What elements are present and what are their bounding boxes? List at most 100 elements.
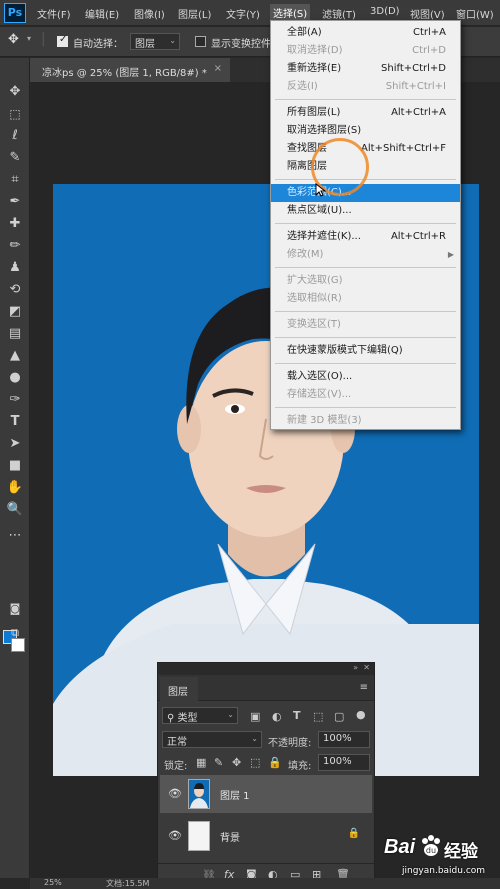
- filter-type-icon[interactable]: T: [293, 709, 301, 722]
- lock-position-icon[interactable]: ✥: [232, 756, 241, 769]
- menu-item-shortcut: Shift+Ctrl+D: [381, 63, 446, 74]
- menu-item-inverse[interactable]: 反选(I) Shift+Ctrl+I: [271, 78, 460, 96]
- crop-tool-icon[interactable]: ⌗: [5, 170, 25, 190]
- menu-item-label: 取消选择图层(S): [287, 125, 362, 136]
- document-tab[interactable]: 凉冰ps @ 25% (图层 1, RGB/8#) * ×: [30, 58, 230, 82]
- menu-item-save-selection[interactable]: 存储选区(V)...: [271, 386, 460, 404]
- select-menu-dropdown: 全部(A) Ctrl+A 取消选择(D) Ctrl+D 重新选择(E) Shift+C…: [270, 20, 461, 430]
- layer-row-background[interactable]: 👁 背景 🔒: [160, 817, 372, 855]
- collapse-icon[interactable]: »: [353, 663, 358, 672]
- blur-tool-icon[interactable]: ▲: [5, 346, 25, 366]
- lock-all-icon[interactable]: 🔒: [268, 756, 282, 769]
- layers-panel: » ✕ 图层 ≡ ⚲ 类型 ⌄ ▣ ◐ T ⬚ ▢ ● 正常 ⌄ 不透明度: 1…: [157, 662, 375, 889]
- clone-stamp-tool-icon[interactable]: ♟: [5, 258, 25, 278]
- visibility-eye-icon[interactable]: 👁: [168, 787, 182, 800]
- show-transform-checkbox[interactable]: [195, 36, 206, 47]
- menu-item-new-3d-model[interactable]: 新建 3D 模型(3): [271, 412, 460, 430]
- move-tool-icon[interactable]: ✥: [5, 82, 25, 102]
- move-tool-icon[interactable]: ✥: [8, 32, 19, 47]
- blend-mode-value: 正常: [167, 737, 187, 748]
- auto-select-checkbox[interactable]: [57, 34, 68, 47]
- menu-separator: [275, 407, 456, 408]
- eraser-tool-icon[interactable]: ◩: [5, 302, 25, 322]
- close-icon[interactable]: ×: [214, 63, 222, 74]
- screen-mode-icon[interactable]: ⧉: [5, 623, 25, 643]
- photoshop-logo: Ps: [4, 3, 26, 23]
- menu-item-select-and-mask[interactable]: 选择并遮住(K)... Alt+Ctrl+R: [271, 228, 460, 246]
- lock-transparent-icon[interactable]: ▦: [196, 756, 206, 769]
- search-icon: ⚲: [167, 713, 178, 724]
- layer-filter-dropdown[interactable]: ⚲ 类型 ⌄: [162, 707, 238, 724]
- layer-row-layer1[interactable]: 👁 图层 1: [160, 775, 372, 813]
- zoom-tool-icon[interactable]: 🔍: [5, 500, 25, 520]
- eyedropper-tool-icon[interactable]: ✒: [5, 192, 25, 212]
- opacity-label: 不透明度:: [268, 738, 312, 749]
- filter-smart-object-icon[interactable]: ▢: [334, 710, 344, 723]
- chevron-down-icon: ⌄: [169, 36, 176, 45]
- opacity-input[interactable]: 100%: [318, 731, 370, 748]
- shape-tool-icon[interactable]: ■: [5, 456, 25, 476]
- menu-item-all[interactable]: 全部(A) Ctrl+A: [271, 24, 460, 42]
- type-tool-icon[interactable]: T: [5, 412, 25, 432]
- filter-pixel-icon[interactable]: ▣: [250, 710, 260, 723]
- chevron-down-icon: ⌄: [251, 734, 258, 743]
- lasso-tool-icon[interactable]: ℓ: [5, 126, 25, 146]
- menu-item-reselect[interactable]: 重新选择(E) Shift+Ctrl+D: [271, 60, 460, 78]
- lock-artboard-icon[interactable]: ⬚: [250, 756, 260, 769]
- tab-layers[interactable]: 图层: [160, 677, 198, 701]
- gradient-tool-icon[interactable]: ▤: [5, 324, 25, 344]
- quick-mask-icon[interactable]: ◙: [5, 599, 25, 619]
- menu-item-deselect[interactable]: 取消选择(D) Ctrl+D: [271, 42, 460, 60]
- menu-file[interactable]: 文件(F): [37, 6, 71, 21]
- menu-3d[interactable]: 3D(D): [370, 6, 400, 17]
- menu-separator: [275, 223, 456, 224]
- quick-select-tool-icon[interactable]: ✎: [5, 148, 25, 168]
- menu-item-quick-mask-edit[interactable]: 在快速蒙版模式下编辑(Q): [271, 342, 460, 360]
- menu-item-grow[interactable]: 扩大选取(G): [271, 272, 460, 290]
- menu-filter[interactable]: 滤镜(T): [322, 6, 356, 21]
- lock-image-icon[interactable]: ✎: [214, 756, 223, 769]
- menu-item-load-selection[interactable]: 载入选区(O)...: [271, 368, 460, 386]
- path-select-tool-icon[interactable]: ➤: [5, 434, 25, 454]
- menu-window[interactable]: 窗口(W): [456, 6, 494, 21]
- menu-item-focus-area[interactable]: 焦点区域(U)...: [271, 202, 460, 220]
- menu-item-similar[interactable]: 选取相似(R): [271, 290, 460, 308]
- filter-shape-icon[interactable]: ⬚: [313, 710, 323, 723]
- menu-item-label: 反选(I): [287, 81, 318, 92]
- menu-item-modify[interactable]: 修改(M) ▶: [271, 246, 460, 264]
- menu-item-color-range[interactable]: 色彩范围(C)...: [271, 184, 460, 202]
- zoom-level[interactable]: 25%: [44, 878, 62, 887]
- menu-view[interactable]: 视图(V): [410, 6, 445, 21]
- visibility-eye-icon[interactable]: 👁: [168, 829, 182, 842]
- brush-tool-icon[interactable]: ✏: [5, 236, 25, 256]
- menu-item-label: 扩大选取(G): [287, 275, 343, 286]
- healing-brush-tool-icon[interactable]: ✚: [5, 214, 25, 234]
- panel-header-strip[interactable]: » ✕: [158, 663, 374, 675]
- menu-item-transform-selection[interactable]: 变换选区(T): [271, 316, 460, 334]
- dodge-tool-icon[interactable]: ●: [5, 368, 25, 388]
- menu-type[interactable]: 文字(Y): [226, 6, 260, 21]
- auto-select-value: 图层: [135, 39, 155, 50]
- more-tools-icon[interactable]: ⋯: [5, 526, 25, 546]
- fill-input[interactable]: 100%: [318, 754, 370, 771]
- marquee-tool-icon[interactable]: ⬚: [5, 104, 25, 124]
- menu-edit[interactable]: 编辑(E): [85, 6, 119, 21]
- auto-select-dropdown[interactable]: 图层 ⌄: [130, 33, 180, 50]
- history-brush-tool-icon[interactable]: ⟲: [5, 280, 25, 300]
- menu-select[interactable]: 选择(S): [270, 4, 311, 21]
- hand-tool-icon[interactable]: ✋: [5, 478, 25, 498]
- menu-layer[interactable]: 图层(L): [178, 6, 211, 21]
- menu-image[interactable]: 图像(I): [134, 6, 165, 21]
- tools-panel: ✥ ⬚ ℓ ✎ ⌗ ✒ ✚ ✏ ♟ ⟲ ◩ ▤ ▲ ● ✑ T ➤ ■ ✋ 🔍 …: [0, 58, 30, 878]
- close-icon[interactable]: ✕: [363, 663, 370, 672]
- chevron-down-icon[interactable]: ▾: [27, 34, 31, 43]
- pen-tool-icon[interactable]: ✑: [5, 390, 25, 410]
- menu-item-label: 载入选区(O)...: [287, 371, 353, 382]
- menu-item-deselect-layers[interactable]: 取消选择图层(S): [271, 122, 460, 140]
- watermark-url: jingyan.baidu.com: [402, 866, 486, 876]
- blend-mode-dropdown[interactable]: 正常 ⌄: [162, 731, 262, 748]
- filter-toggle-icon[interactable]: ●: [356, 708, 366, 721]
- panel-menu-icon[interactable]: ≡: [360, 682, 368, 693]
- filter-adjustment-icon[interactable]: ◐: [272, 710, 282, 723]
- menu-item-all-layers[interactable]: 所有图层(L) Alt+Ctrl+A: [271, 104, 460, 122]
